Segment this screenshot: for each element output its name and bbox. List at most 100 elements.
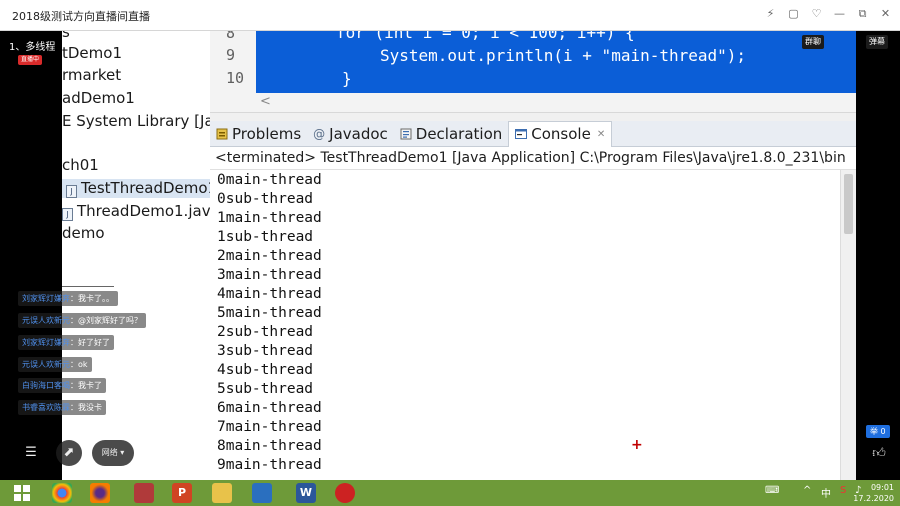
- clock-time: 09:01: [870, 483, 894, 492]
- console-line: 8main-thread: [217, 438, 322, 454]
- console-line: 0main-thread: [217, 172, 322, 188]
- window-controls: ⚡ ▢ ♡ — ⧉ ✕: [764, 7, 892, 21]
- line-number: 8: [226, 31, 236, 42]
- package-item[interactable]: demo: [62, 224, 105, 242]
- package-item-label: ThreadDemo1.jav: [77, 202, 210, 220]
- console-line: 5sub-thread: [217, 381, 314, 397]
- scrollbar-thumb[interactable]: [844, 174, 853, 234]
- chat-user[interactable]: 书睿喜欢陈霖: [22, 403, 70, 412]
- package-item[interactable]: rmarket: [62, 66, 121, 84]
- course-tab[interactable]: 1、多线程: [9, 38, 55, 53]
- chat-user[interactable]: 刘家辉灯嫌弃: [22, 294, 70, 303]
- code-editor[interactable]: 8 9 10 for (int i = 0; i < 100; i++) { S…: [210, 31, 856, 93]
- chat-user[interactable]: 元误人欢新元: [22, 360, 70, 369]
- console-line: 6main-thread: [217, 400, 322, 416]
- network-menu-button[interactable]: 网络 ▾: [92, 440, 134, 466]
- screen: 2018级测试方向直播间直播 ⚡ ▢ ♡ — ⧉ ✕ 1、多线程 直播中 s t…: [0, 0, 900, 506]
- flash-icon[interactable]: ⚡: [764, 7, 777, 21]
- console-line: 3sub-thread: [217, 343, 314, 359]
- console-vertical-scrollbar[interactable]: [840, 170, 856, 480]
- tab-console[interactable]: Console ✕: [508, 120, 613, 147]
- minimize-icon[interactable]: —: [833, 7, 846, 21]
- firefox-icon[interactable]: [90, 483, 110, 503]
- notes-icon[interactable]: ☰: [18, 440, 44, 466]
- problems-icon: [216, 128, 228, 139]
- package-item[interactable]: s: [62, 31, 70, 41]
- console-line: 9main-thread: [217, 457, 322, 473]
- windows-start-icon[interactable]: [14, 485, 30, 501]
- console-line: 2sub-thread: [217, 324, 314, 340]
- package-item[interactable]: adDemo1: [62, 89, 135, 107]
- chrome-icon[interactable]: [52, 483, 72, 503]
- code-line[interactable]: System.out.println(i + "main-thread");: [380, 46, 746, 65]
- file-explorer-icon[interactable]: [212, 483, 232, 503]
- code-line[interactable]: for (int i = 0; i < 100; i++) {: [336, 31, 635, 42]
- package-item-label: E System Library [Jav: [62, 112, 210, 130]
- danmaku-button[interactable]: 弹幕: [866, 35, 888, 49]
- window-titlebar: 2018级测试方向直播间直播 ⚡ ▢ ♡ — ⧉ ✕: [0, 0, 900, 31]
- line-number: 9: [226, 46, 236, 64]
- console-line: 3main-thread: [217, 267, 322, 283]
- package-item-selected[interactable]: J TestThreadDemo1: [62, 179, 210, 198]
- cursor-crosshair-icon: +: [631, 437, 643, 453]
- tray-expand-icon[interactable]: ^: [803, 485, 811, 496]
- keyboard-icon[interactable]: ⌨: [765, 485, 779, 496]
- powerpoint-icon[interactable]: P: [172, 483, 192, 503]
- qq-icon[interactable]: [335, 483, 355, 503]
- chat-user[interactable]: 白驹海口客喝: [22, 381, 70, 390]
- console-line: 4sub-thread: [217, 362, 314, 378]
- view-tabs: Problems @ Javadoc Declaration Console ✕: [210, 120, 856, 147]
- console-line: 1main-thread: [217, 210, 322, 226]
- chat-text: ：我卡了。。: [70, 294, 114, 303]
- javadoc-icon: @: [313, 126, 326, 141]
- word-icon[interactable]: W: [296, 483, 316, 503]
- scroll-left-icon[interactable]: <: [260, 94, 271, 109]
- chat-text: ：我卡了: [70, 381, 102, 390]
- close-tab-icon[interactable]: ✕: [597, 129, 605, 140]
- antivirus-icon[interactable]: S: [840, 485, 846, 496]
- window-title: 2018级测试方向直播间直播: [12, 10, 150, 23]
- console-icon: [515, 129, 528, 139]
- chat-user[interactable]: 元误人欢新元: [22, 316, 70, 325]
- console-status: <terminated> TestThreadDemo1 [Java Appli…: [210, 147, 856, 170]
- app-icon[interactable]: [252, 483, 272, 503]
- chat-message: 元误人欢新元：@刘家辉好了吗？: [18, 313, 146, 328]
- chat-message: 白驹海口客喝：我卡了: [18, 378, 106, 393]
- thumbs-up-icon[interactable]: 👍︎: [866, 441, 892, 467]
- clock-date: 17.2.2020: [853, 494, 894, 503]
- line-number: 10: [226, 69, 245, 87]
- group-chat-button[interactable]: 群聊: [802, 35, 824, 49]
- app-icon[interactable]: [134, 483, 154, 503]
- package-item[interactable]: J ThreadDemo1.jav: [62, 202, 210, 221]
- console-line: 4main-thread: [217, 286, 322, 302]
- popout-icon[interactable]: ▢: [787, 7, 800, 21]
- code-line[interactable]: }: [342, 69, 352, 88]
- close-icon[interactable]: ✕: [879, 7, 892, 21]
- restore-icon[interactable]: ⧉: [856, 7, 869, 21]
- eclipse-window: s tDemo1 rmarket adDemo1 E System Librar…: [62, 31, 856, 480]
- package-item[interactable]: ch01: [62, 156, 99, 174]
- chat-divider: [62, 286, 114, 287]
- tab-label: Console: [531, 125, 591, 143]
- chat-text: ：@刘家辉好了吗？: [70, 316, 142, 325]
- chat-message: 元误人欢新元：ok: [18, 357, 92, 372]
- input-method-indicator[interactable]: 中: [821, 485, 831, 500]
- package-item[interactable]: E System Library [Jav: [62, 112, 210, 130]
- package-item[interactable]: tDemo1: [62, 44, 122, 62]
- console-output[interactable]: 0main-thread 0sub-thread 1main-thread 1s…: [210, 170, 840, 480]
- console-line: 2main-thread: [217, 248, 322, 264]
- chat-text: ：好了好了: [70, 338, 110, 347]
- chat-message: 刘家辉灯嫌弃：好了好了: [18, 335, 114, 350]
- share-icon[interactable]: ⬈: [56, 440, 82, 466]
- editor-horizontal-scrollbar[interactable]: <: [210, 93, 856, 113]
- taskbar-clock[interactable]: 09:01 17.2.2020: [853, 482, 894, 504]
- tab-javadoc[interactable]: @ Javadoc: [307, 121, 394, 147]
- report-badge[interactable]: 举 0: [866, 425, 890, 438]
- tab-problems[interactable]: Problems: [210, 121, 307, 147]
- favorite-icon[interactable]: ♡: [810, 7, 823, 21]
- taskbar: P W ⌨ ^ 中 S ♪ 09:01 17.2.2020: [0, 480, 900, 506]
- tab-declaration[interactable]: Declaration: [394, 121, 508, 147]
- console-line: 1sub-thread: [217, 229, 314, 245]
- console-line: 7main-thread: [217, 419, 322, 435]
- chat-user[interactable]: 刘家辉灯嫌弃: [22, 338, 70, 347]
